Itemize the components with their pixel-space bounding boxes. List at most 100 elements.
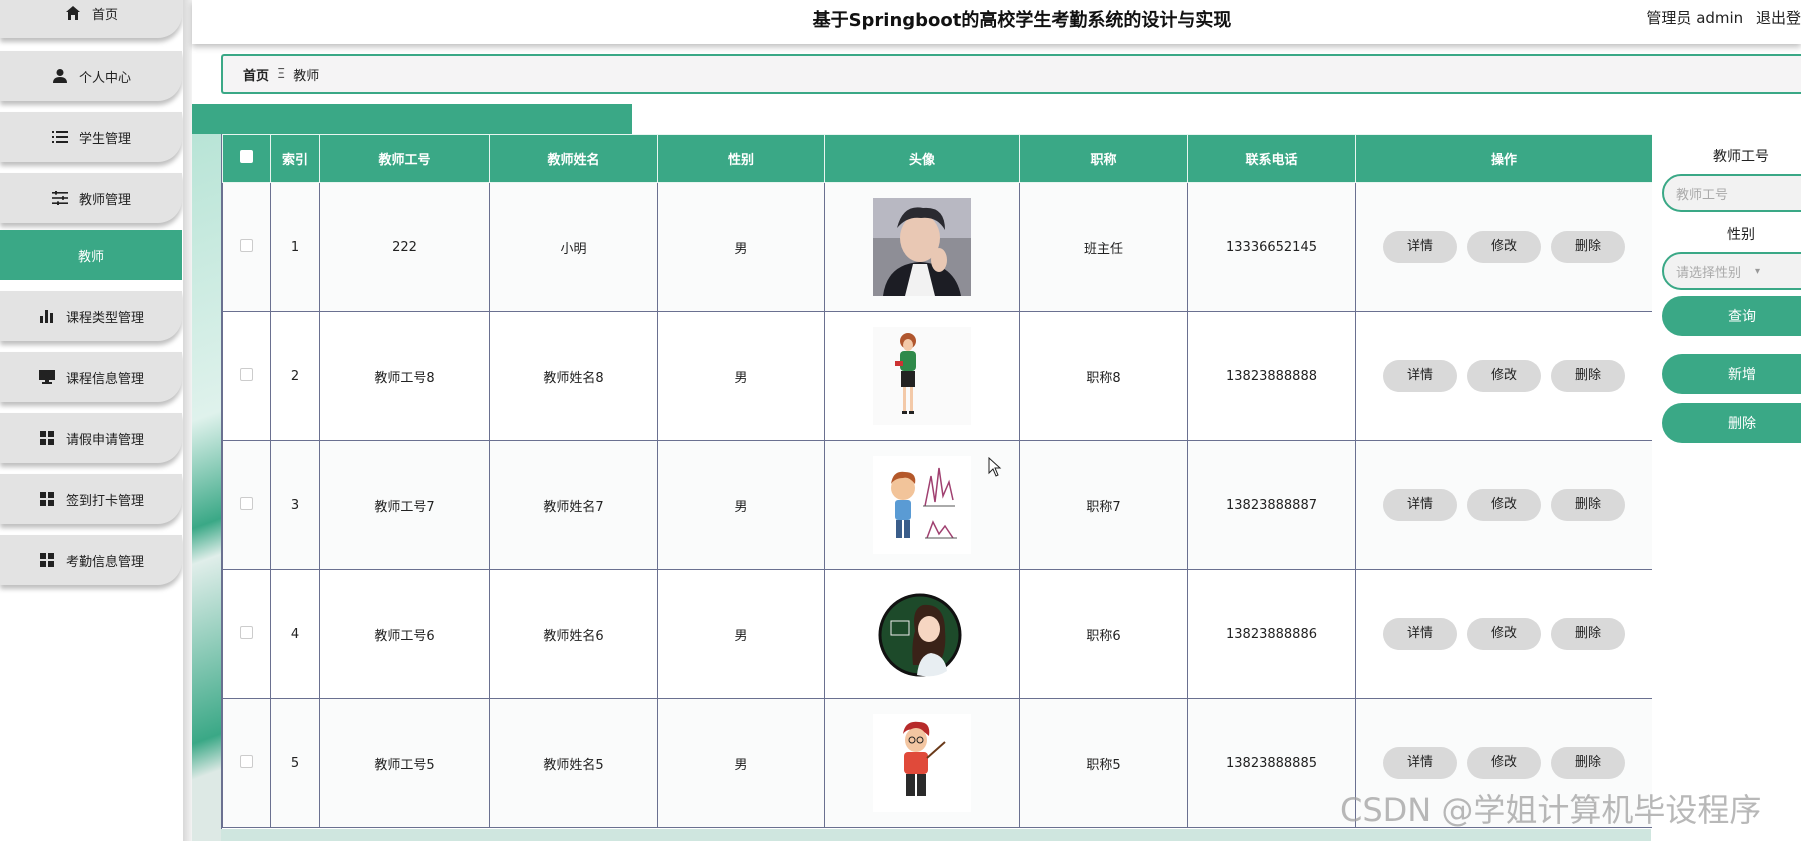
- mouse-cursor-icon: [988, 456, 1002, 481]
- delete-button[interactable]: 删除: [1551, 489, 1625, 521]
- table-row: 3 教师工号7 教师姓名7 男 职称7 13823888887 详情 修改 删除: [222, 440, 1653, 570]
- breadcrumb-home[interactable]: 首页: [243, 65, 269, 84]
- detail-button[interactable]: 详情: [1383, 231, 1457, 263]
- select-all-header: [222, 134, 271, 183]
- edit-button[interactable]: 修改: [1467, 489, 1541, 521]
- edit-button[interactable]: 修改: [1467, 747, 1541, 779]
- detail-button[interactable]: 详情: [1383, 489, 1457, 521]
- avatar-cell: [824, 698, 1020, 828]
- list-icon: [51, 129, 69, 145]
- job-title-cell: 职称7: [1019, 440, 1188, 570]
- job-title-cell: 职称5: [1019, 698, 1188, 828]
- user-icon: [51, 68, 69, 84]
- avatar-cell: [824, 182, 1020, 312]
- teacher-id-cell: 222: [319, 182, 490, 312]
- index-cell: 3: [270, 440, 320, 570]
- teacher-id-input[interactable]: 教师工号: [1662, 174, 1801, 212]
- sidebar-divider: [183, 0, 192, 841]
- teacher-id-cell: 教师工号8: [319, 311, 490, 441]
- job-title-cell: 职称8: [1019, 311, 1188, 441]
- delete-button[interactable]: 删除: [1551, 747, 1625, 779]
- row-checkbox[interactable]: [240, 238, 253, 252]
- add-button[interactable]: 新增: [1662, 354, 1801, 394]
- detail-button[interactable]: 详情: [1383, 360, 1457, 392]
- sidebar-item-teachers[interactable]: 教师管理: [0, 173, 182, 223]
- phone-cell: 13823888885: [1187, 698, 1356, 828]
- grid-icon: [38, 552, 56, 568]
- chevron-down-icon: ▾: [1755, 265, 1761, 277]
- column-header: 职称: [1019, 134, 1188, 183]
- gender-cell: 男: [657, 311, 825, 441]
- index-cell: 2: [270, 311, 320, 441]
- delete-button[interactable]: 删除: [1551, 231, 1625, 263]
- avatar-cell: [824, 311, 1020, 441]
- gender-cell: 男: [657, 182, 825, 312]
- monitor-icon: [38, 369, 56, 385]
- sidebar-item-course-types[interactable]: 课程类型管理: [0, 291, 182, 341]
- gender-select[interactable]: 请选择性别 ▾: [1662, 252, 1801, 290]
- avatar-cell: [824, 569, 1020, 699]
- row-select-cell: [222, 569, 271, 699]
- table-row: 2 教师工号8 教师姓名8 男 职称8 13823888888 详情 修改 删除: [222, 311, 1653, 441]
- query-button[interactable]: 查询: [1662, 296, 1801, 336]
- phone-cell: 13823888887: [1187, 440, 1356, 570]
- avatar: [873, 198, 971, 296]
- grid-icon: [38, 491, 56, 507]
- delete-button[interactable]: 删除: [1551, 618, 1625, 650]
- logout-link[interactable]: 退出登: [1756, 9, 1801, 27]
- sidebar-item-attendance[interactable]: 考勤信息管理: [0, 535, 182, 585]
- sidebar-item-leave[interactable]: 请假申请管理: [0, 413, 182, 463]
- gender-label: 性别: [1727, 227, 1755, 243]
- row-select-cell: [222, 440, 271, 570]
- sidebar-item-home[interactable]: 首页: [0, 0, 182, 38]
- user-area: 管理员 admin 退出登: [1646, 7, 1801, 28]
- row-checkbox[interactable]: [240, 367, 253, 381]
- sidebar-item-label: 请假申请管理: [65, 432, 144, 448]
- edit-button[interactable]: 修改: [1467, 618, 1541, 650]
- batch-delete-button[interactable]: 删除: [1662, 403, 1801, 443]
- sidebar-item-label: 个人中心: [78, 70, 131, 86]
- sidebar-item-checkin[interactable]: 签到打卡管理: [0, 474, 182, 524]
- job-title-cell: 班主任: [1019, 182, 1188, 312]
- avatar: [873, 327, 971, 425]
- page-title: 基于Springboot的高校学生考勤系统的设计与实现: [812, 10, 1232, 31]
- teacher-table: 索引 教师工号 教师姓名 性别 头像 职称 联系电话 操作 1 222 小明 男: [221, 134, 1653, 841]
- sliders-icon: [51, 190, 69, 206]
- content-tab-bar: [192, 104, 632, 134]
- sidebar-item-personal[interactable]: 个人中心: [0, 51, 182, 101]
- row-checkbox[interactable]: [240, 496, 253, 510]
- gender-cell: 男: [657, 440, 825, 570]
- sidebar-item-label: 学生管理: [78, 131, 131, 147]
- teacher-name-cell: 教师姓名8: [489, 311, 658, 441]
- detail-button[interactable]: 详情: [1383, 618, 1457, 650]
- edit-button[interactable]: 修改: [1467, 231, 1541, 263]
- delete-button[interactable]: 删除: [1551, 360, 1625, 392]
- sidebar-item-label: 课程类型管理: [65, 310, 144, 326]
- edit-button[interactable]: 修改: [1467, 360, 1541, 392]
- bar-chart-icon: [38, 308, 56, 324]
- column-header: 头像: [824, 134, 1020, 183]
- job-title-cell: 职称6: [1019, 569, 1188, 699]
- top-bar: 基于Springboot的高校学生考勤系统的设计与实现 管理员 admin 退出…: [192, 0, 1801, 44]
- index-cell: 4: [270, 569, 320, 699]
- teacher-id-cell: 教师工号6: [319, 569, 490, 699]
- sidebar-item-label: 签到打卡管理: [65, 493, 144, 509]
- detail-button[interactable]: 详情: [1383, 747, 1457, 779]
- actions-cell: 详情 修改 删除: [1355, 440, 1653, 570]
- sidebar-item-label: 教师管理: [78, 192, 131, 208]
- row-checkbox[interactable]: [240, 625, 253, 639]
- row-select-cell: [222, 698, 271, 828]
- background-decoration: [192, 134, 222, 841]
- table-row: 4 教师工号6 教师姓名6 男 职称6 13823888886 详情 修改 删除: [222, 569, 1653, 699]
- breadcrumb: 首页 Ξ 教师: [221, 54, 1801, 94]
- sidebar-item-students[interactable]: 学生管理: [0, 112, 182, 162]
- select-all-checkbox[interactable]: [240, 150, 253, 163]
- gender-select-placeholder: 请选择性别: [1676, 265, 1742, 281]
- sidebar-subitem-teacher[interactable]: 教师: [0, 230, 182, 280]
- row-checkbox[interactable]: [240, 754, 253, 768]
- gender-cell: 男: [657, 569, 825, 699]
- sidebar-item-course-info[interactable]: 课程信息管理: [0, 352, 182, 402]
- home-icon: [64, 5, 82, 21]
- column-header: 操作: [1355, 134, 1653, 183]
- column-header: 索引: [270, 134, 320, 183]
